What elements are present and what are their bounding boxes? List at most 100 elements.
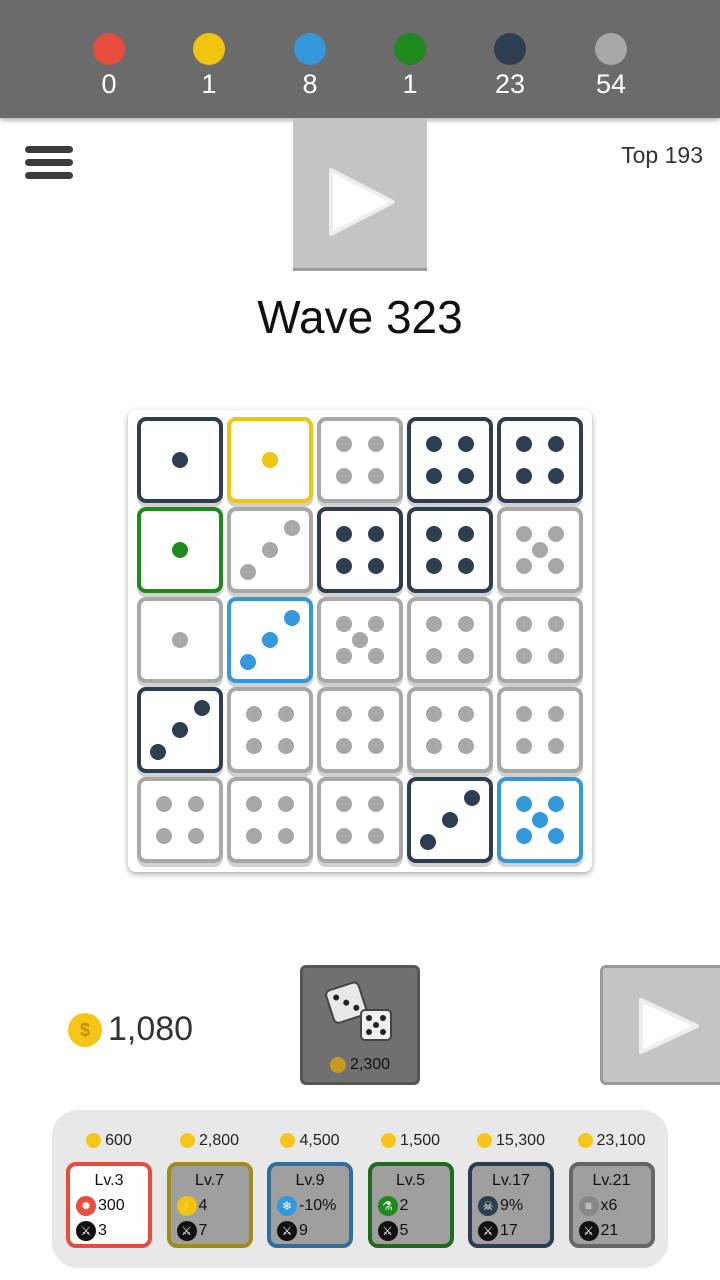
die-pip (283, 520, 300, 537)
die-pip (187, 796, 204, 813)
upgrade-card[interactable]: Lv.17 ☠ 9% ⚔ 17 (468, 1162, 554, 1248)
upgrade-card[interactable]: Lv.3 ✹ 300 ⚔ 3 (66, 1162, 152, 1248)
coin-icon (280, 1133, 296, 1149)
upgrade-power-value: 3 (98, 1222, 107, 1240)
die-pip (336, 557, 353, 574)
die-pip (547, 526, 564, 543)
die-green-1[interactable] (137, 507, 223, 593)
upgrade-level: Lv.21 (592, 1172, 631, 1189)
upgrade-stat-value: 9% (500, 1197, 524, 1215)
die-blue-3[interactable] (227, 597, 313, 683)
roll-cost: 2,300 (303, 1056, 417, 1074)
upgrade-level: Lv.7 (194, 1172, 225, 1189)
die-pip (457, 467, 474, 484)
die-gray-4[interactable] (497, 687, 583, 773)
counter-navy-value: 23 (494, 69, 526, 99)
die-gray-5[interactable] (497, 507, 583, 593)
die-pip (336, 436, 353, 453)
die-gray-4[interactable] (317, 417, 403, 503)
upgrade-level: Lv.9 (295, 1172, 325, 1189)
die-pip (420, 833, 437, 850)
upgrade-stat: ⚗ 2 (377, 1196, 408, 1216)
die-pip (150, 743, 167, 760)
die-blue-5[interactable] (497, 777, 583, 863)
upgrade-power: ⚔ 5 (377, 1221, 408, 1241)
upgrade-card[interactable]: Lv.5 ⚗ 2 ⚔ 5 (367, 1162, 454, 1248)
die-pip (426, 737, 443, 754)
dice-counter-bar: 0 1 8 1 23 54 (0, 0, 720, 118)
navy-dot-icon (494, 33, 526, 65)
die-pip (336, 647, 353, 664)
die-pip (277, 737, 294, 754)
die-pip (547, 467, 564, 484)
upgrade-cost: 2,800 (160, 1132, 260, 1150)
next-play-button[interactable] (600, 965, 720, 1085)
die-pip (367, 526, 384, 543)
die-pip (193, 700, 210, 717)
die-pip (532, 542, 548, 558)
upgrade-stat: ✹ 300 (76, 1196, 125, 1216)
counter-navy: 23 (470, 33, 550, 99)
die-pip (262, 452, 278, 468)
die-pip (516, 647, 533, 664)
die-pip (336, 616, 353, 633)
die-pip (532, 812, 548, 828)
upgrade-level: Lv.5 (395, 1172, 426, 1189)
die-gray-4[interactable] (227, 777, 313, 863)
counter-red: 0 (69, 33, 149, 99)
die-pip (336, 827, 353, 844)
die-navy-4[interactable] (497, 417, 583, 503)
die-gray-4[interactable] (407, 687, 493, 773)
die-yellow-1[interactable] (227, 417, 313, 503)
die-pip (457, 526, 474, 543)
die-navy-4[interactable] (407, 417, 493, 503)
die-gray-4[interactable] (317, 687, 403, 773)
dice-board (128, 410, 592, 872)
die-gray-5[interactable] (317, 597, 403, 683)
die-navy-1[interactable] (137, 417, 223, 503)
die-gray-4[interactable] (497, 597, 583, 683)
sword-icon: ⚔ (76, 1221, 96, 1241)
upgrade-power: ⚔ 7 (176, 1221, 207, 1241)
die-pip (240, 563, 257, 580)
die-pip (457, 647, 474, 664)
die-gray-4[interactable] (407, 597, 493, 683)
die-navy-4[interactable] (407, 507, 493, 593)
coin-balance: $1,080 (68, 1010, 193, 1048)
die-pip (172, 452, 188, 468)
counter-gray-value: 54 (595, 69, 627, 99)
die-pip (187, 827, 204, 844)
start-wave-button[interactable] (293, 118, 427, 271)
upgrade-card[interactable]: Lv.21 ≡ x6 ⚔ 21 (568, 1162, 655, 1248)
die-gray-3[interactable] (227, 507, 313, 593)
die-gray-4[interactable] (137, 777, 223, 863)
roll-dice-button[interactable]: 2,300 (300, 965, 420, 1085)
die-pip (516, 827, 533, 844)
upgrade-cost-value: 23,100 (596, 1132, 646, 1149)
die-pip (547, 796, 564, 813)
die-navy-3[interactable] (137, 687, 223, 773)
die-gray-4[interactable] (227, 687, 313, 773)
die-pip (262, 542, 278, 558)
die-pip (246, 827, 263, 844)
die-pip (516, 796, 533, 813)
counter-yellow-value: 1 (201, 69, 217, 99)
upgrade-card[interactable]: Lv.7 ⚡ 4 ⚔ 7 (166, 1162, 253, 1248)
die-pip (246, 737, 263, 754)
blue-dot-icon (294, 33, 326, 65)
upgrade-card[interactable]: Lv.9 ❄ -10% ⚔ 9 (267, 1162, 353, 1248)
die-pip (516, 526, 533, 543)
die-gray-4[interactable] (317, 777, 403, 863)
sword-icon: ⚔ (176, 1221, 197, 1241)
die-navy-4[interactable] (317, 507, 403, 593)
die-pip (352, 632, 368, 648)
die-pip (547, 706, 564, 723)
die-pip (367, 647, 384, 664)
die-pip (516, 557, 533, 574)
die-pip (367, 436, 384, 453)
menu-hamburger-icon[interactable] (25, 146, 73, 180)
upgrade-power: ⚔ 3 (76, 1221, 107, 1241)
die-pip (547, 647, 564, 664)
die-navy-3[interactable] (407, 777, 493, 863)
die-gray-1[interactable] (137, 597, 223, 683)
